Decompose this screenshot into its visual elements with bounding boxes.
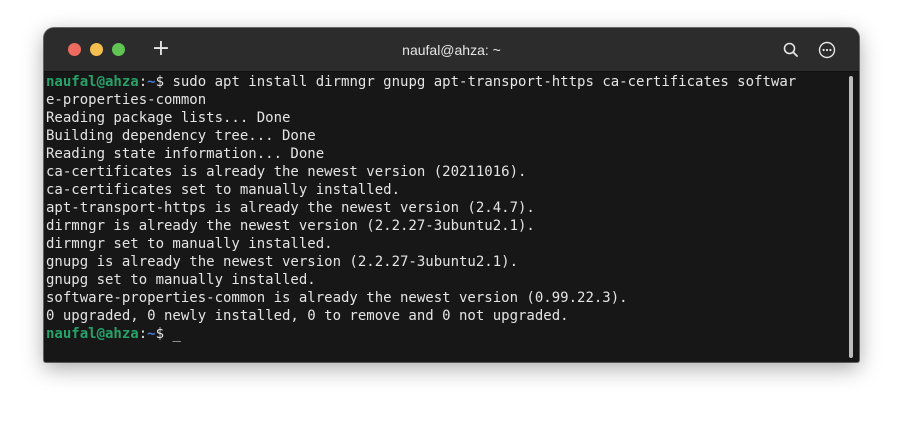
- kebab-menu-icon[interactable]: [817, 40, 837, 60]
- prompt-user: naufal@ahza: [46, 74, 139, 90]
- prompt-separator: :: [138, 74, 148, 90]
- search-icon[interactable]: [781, 40, 801, 60]
- scrollbar[interactable]: [849, 76, 853, 358]
- output-line: gnupg set to manually installed.: [46, 272, 316, 288]
- close-button[interactable]: [68, 43, 81, 56]
- prompt-line: naufal@ahza:~$ sudo apt install dirmngr …: [46, 73, 796, 91]
- output-line: Building dependency tree... Done: [46, 128, 316, 144]
- title-bar[interactable]: + naufal@ahza: ~: [44, 28, 859, 72]
- output-line: dirmngr is already the newest version (2…: [46, 218, 535, 234]
- terminal-lines: naufal@ahza:~$ sudo apt install dirmngr …: [46, 73, 796, 343]
- maximize-button[interactable]: [112, 43, 125, 56]
- prompt-path: ~: [147, 326, 156, 342]
- prompt-user: naufal@ahza: [46, 326, 139, 342]
- output-line: Reading package lists... Done: [46, 110, 291, 126]
- output-line: 0 upgraded, 0 newly installed, 0 to remo…: [46, 308, 569, 324]
- text-cursor: _: [172, 326, 181, 342]
- prompt-symbol: $: [155, 326, 173, 342]
- terminal-output-area[interactable]: naufal@ahza:~$ sudo apt install dirmngr …: [44, 72, 859, 362]
- prompt-line: naufal@ahza:~$ _: [46, 325, 796, 343]
- prompt-symbol: $: [155, 74, 173, 90]
- minimize-button[interactable]: [90, 43, 103, 56]
- output-line: dirmngr set to manually installed.: [46, 236, 333, 252]
- output-line: ca-certificates is already the newest ve…: [46, 164, 527, 180]
- output-line: ca-certificates set to manually installe…: [46, 182, 401, 198]
- prompt-separator: :: [138, 326, 148, 342]
- output-line: apt-transport-https is already the newes…: [46, 200, 535, 216]
- output-line: software-properties-common is already th…: [46, 290, 628, 306]
- command-wrap-line: e-properties-common: [46, 92, 207, 108]
- prompt-path: ~: [147, 74, 156, 90]
- terminal-window: + naufal@ahza: ~ naufal@ahza:~$ sudo apt…: [44, 28, 859, 362]
- command-text: sudo apt install dirmngr gnupg apt-trans…: [172, 74, 797, 90]
- output-line: Reading state information... Done: [46, 146, 325, 162]
- new-tab-button[interactable]: +: [151, 38, 171, 60]
- output-line: gnupg is already the newest version (2.2…: [46, 254, 519, 270]
